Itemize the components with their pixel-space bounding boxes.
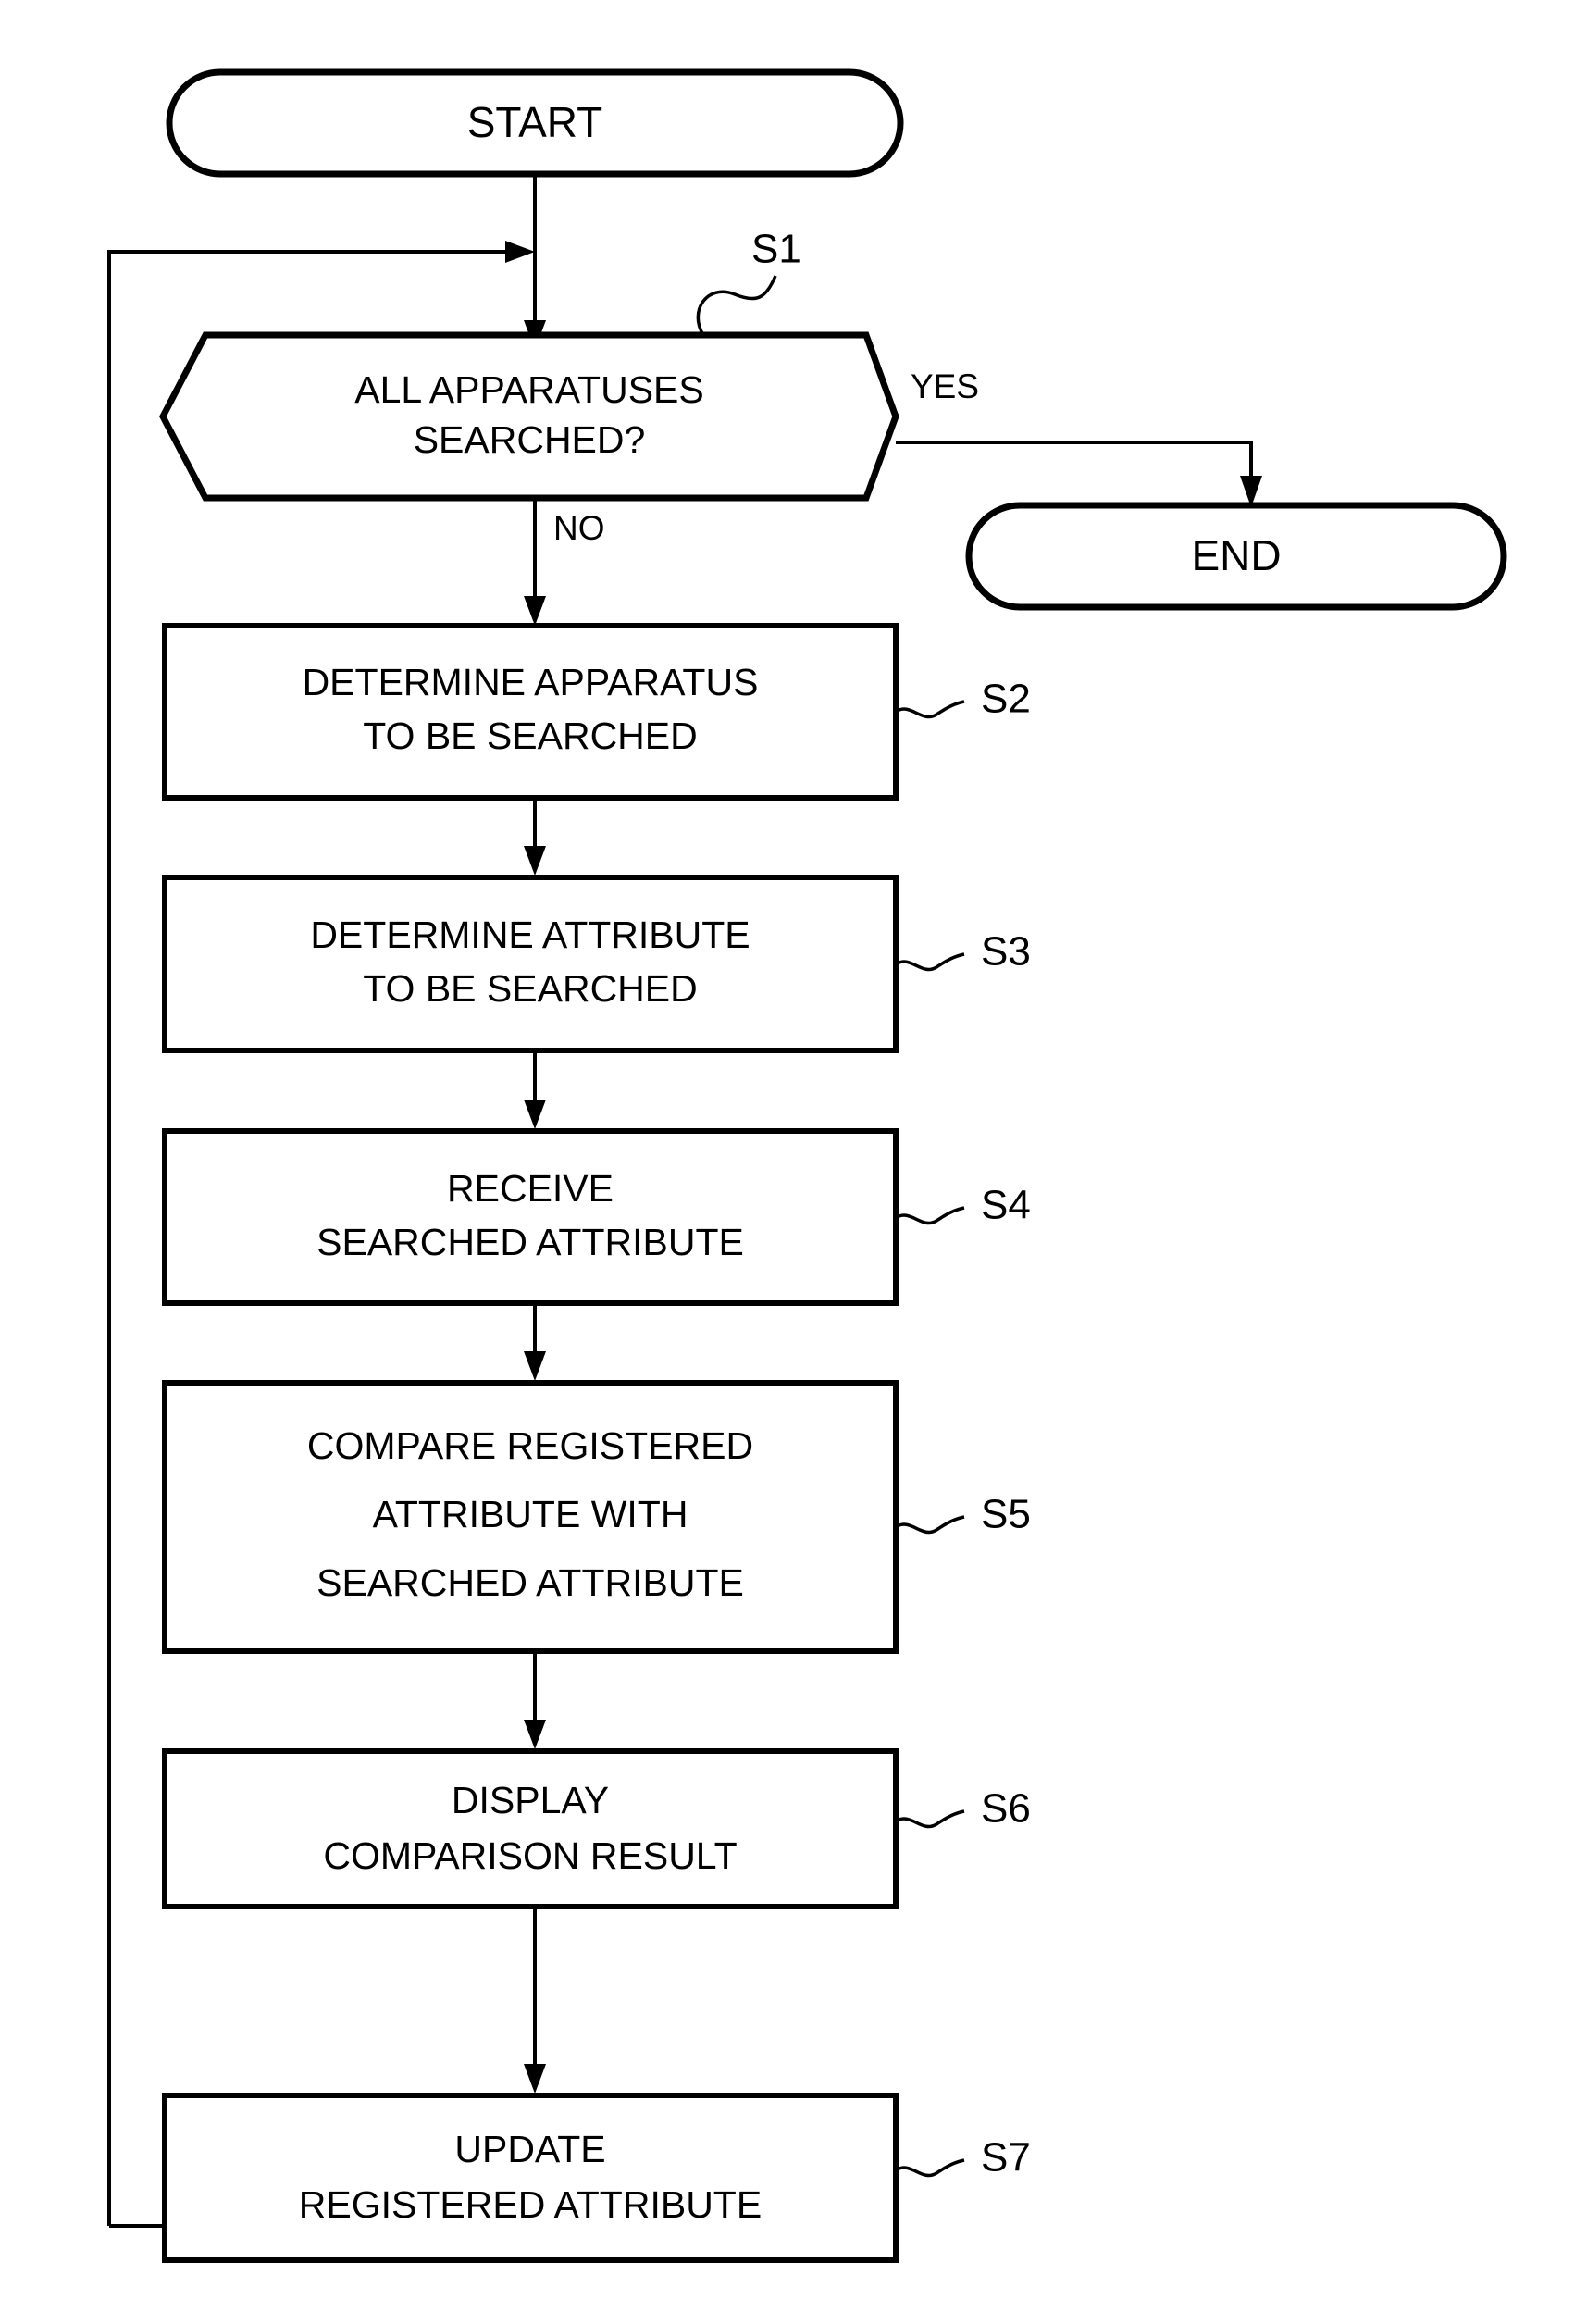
node-end[interactable]: END [965,502,1507,611]
node-decision-label-line2: SEARCHED? [414,418,646,461]
connector-s6-to-s7 [524,1907,546,2094]
branch-label-no: NO [553,509,605,547]
node-start-label: START [467,98,603,146]
node-s4-label-line2: SEARCHED ATTRIBUTE [316,1221,744,1263]
branch-label-yes: YES [911,367,979,405]
step-label-s3: S3 [981,929,1031,975]
node-s3-determine-attribute[interactable]: DETERMINE ATTRIBUTE TO BE SEARCHED [162,875,899,1053]
node-s3-label-line1: DETERMINE ATTRIBUTE [310,913,750,956]
step-label-s5: S5 [981,1492,1031,1537]
connector-s4-to-s5 [524,1303,546,1381]
step-label-s2-group: S2 [895,677,1031,722]
connector-s5-to-s6 [524,1651,546,1749]
node-decision-label-line1: ALL APPARATUSES [354,368,704,411]
node-s2-label-line1: DETERMINE APPARATUS [303,661,759,703]
node-s6-label-line2: COMPARISON RESULT [323,1834,737,1877]
node-s4-label-line1: RECEIVE [447,1167,614,1210]
step-label-s7: S7 [981,2135,1031,2181]
node-s3-label-line2: TO BE SEARCHED [363,967,698,1010]
step-label-s1: S1 [751,227,801,272]
node-end-label: END [1191,531,1281,579]
connector-yes-to-end [896,441,1262,507]
step-label-s4: S4 [981,1183,1031,1228]
flowchart-canvas: START ALL APPARATUSES SEARCHED? S1 YES N… [0,0,1587,2324]
node-decision-all-apparatuses-searched[interactable]: ALL APPARATUSES SEARCHED? [159,331,899,502]
node-start[interactable]: START [166,68,904,178]
step-label-s4-group: S4 [895,1183,1031,1228]
step-label-s6: S6 [981,1786,1031,1832]
step-label-s6-group: S6 [895,1786,1031,1832]
connector-s3-to-s4 [524,1050,546,1129]
step-label-s2: S2 [981,677,1031,722]
node-s7-update-registered-attribute[interactable]: UPDATE REGISTERED ATTRIBUTE [162,2093,899,2263]
connector-no-to-s2 [524,498,546,626]
node-s5-compare-attributes[interactable]: COMPARE REGISTERED ATTRIBUTE WITH SEARCH… [162,1380,899,1654]
node-s6-label-line1: DISPLAY [452,1779,609,1821]
node-s5-label-line3: SEARCHED ATTRIBUTE [316,1561,744,1604]
node-s7-label-line2: REGISTERED ATTRIBUTE [299,2183,762,2226]
node-s7-label-line1: UPDATE [454,2128,605,2170]
connector-s2-to-s3 [524,798,546,876]
node-s2-determine-apparatus[interactable]: DETERMINE APPARATUS TO BE SEARCHED [162,623,899,801]
node-s6-display-comparison-result[interactable]: DISPLAY COMPARISON RESULT [162,1748,899,1909]
step-label-s3-group: S3 [895,929,1031,975]
step-label-s5-group: S5 [895,1492,1031,1537]
node-s4-receive-searched-attribute[interactable]: RECEIVE SEARCHED ATTRIBUTE [162,1128,899,1306]
step-label-s7-group: S7 [895,2135,1031,2181]
node-s2-label-line2: TO BE SEARCHED [363,715,698,757]
node-s5-label-line1: COMPARE REGISTERED [307,1424,753,1467]
node-s5-label-line2: ATTRIBUTE WITH [373,1493,688,1535]
flowchart-svg: START ALL APPARATUSES SEARCHED? S1 YES N… [107,68,1507,2263]
step-label-s1-group: S1 [696,227,801,336]
